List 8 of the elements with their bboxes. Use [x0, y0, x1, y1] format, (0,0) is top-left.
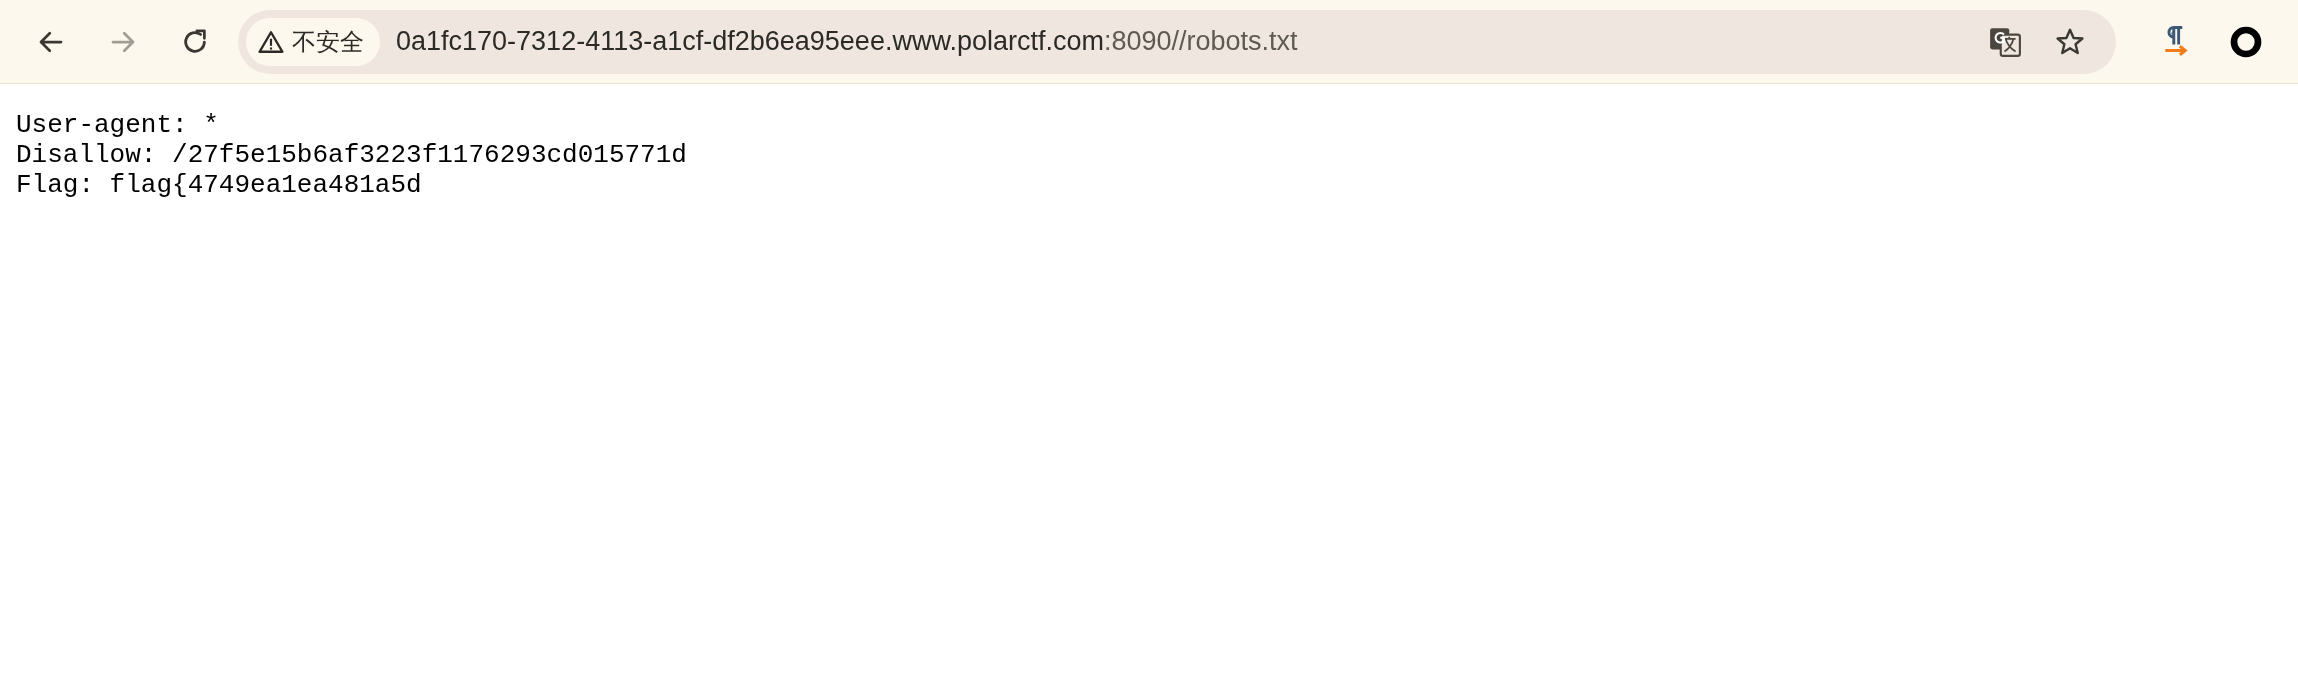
- text-line: Disallow: /27f5e15b6af3223f1176293cd015771d: [16, 140, 687, 170]
- warning-icon: [258, 28, 284, 55]
- circle-icon[interactable]: [2230, 25, 2262, 58]
- text-line: Flag: flag{4749ea1ea481a5d: [16, 170, 422, 200]
- security-chip[interactable]: 不安全: [246, 17, 380, 66]
- address-bar[interactable]: 不安全 0a1fc170-7312-4113-a1cf-df2b6ea95eee.www.polarctf.com:8090//robots.txt: [238, 9, 2116, 74]
- text-line: User-agent: *: [16, 110, 219, 140]
- url-text: 0a1fc170-7312-4113-a1cf-df2b6ea95eee.www.polarctf.com:8090//robots.txt: [396, 26, 1298, 57]
